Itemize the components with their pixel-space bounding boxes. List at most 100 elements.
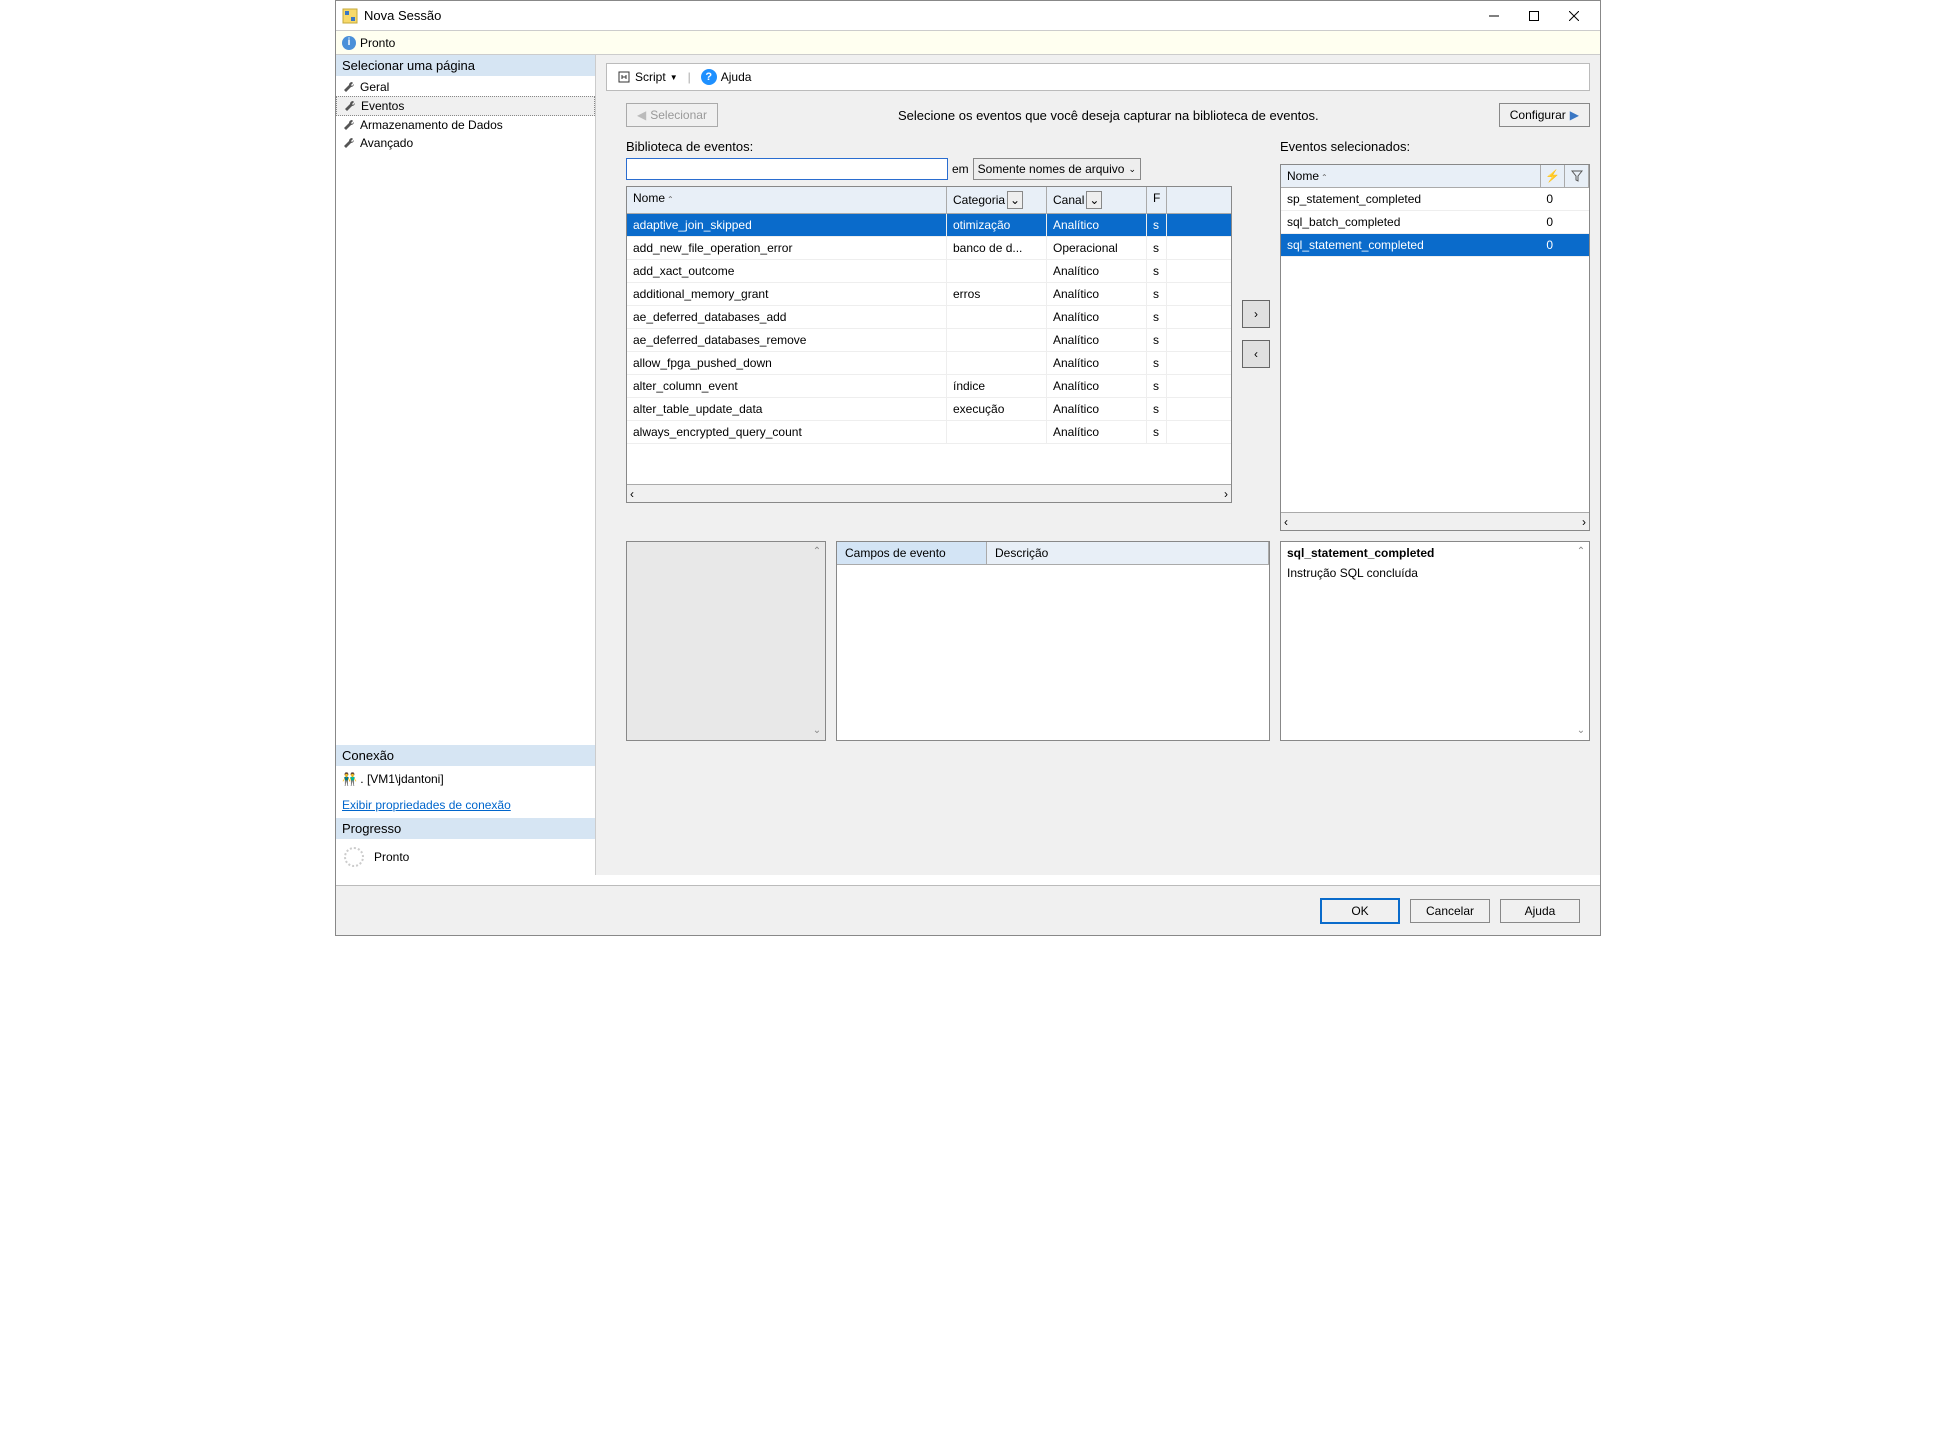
cancel-button[interactable]: Cancelar [1410,899,1490,923]
sidebar-item-label: Geral [360,80,389,94]
scroll-up-icon[interactable]: ⌃ [1575,546,1587,557]
sort-caret-icon: ⌃ [1321,173,1328,182]
filter-col-icon[interactable] [1565,165,1589,187]
sidebar-items: Geral Eventos Armazenamento de Dados Ava… [336,76,595,154]
library-row[interactable]: always_encrypted_query_countAnalíticos [627,421,1231,444]
library-grid-header: Nome⌃ Categoria⌄ Canal⌄ F [627,187,1231,214]
scroll-down-icon[interactable]: ⌄ [811,725,823,736]
library-row[interactable]: allow_fpga_pushed_downAnalíticos [627,352,1231,375]
status-bar: i Pronto [336,31,1600,55]
sidebar-item-advanced[interactable]: Avançado [336,134,595,152]
library-label: Biblioteca de eventos: [626,139,1232,154]
selected-grid-body[interactable]: sp_statement_completed0sql_batch_complet… [1281,188,1589,512]
maximize-button[interactable] [1514,2,1554,30]
library-hscroll[interactable]: ‹› [627,484,1231,502]
sort-caret-icon: ⌃ [667,195,674,204]
content-toolbar: Script ▼ | ? Ajuda [606,63,1590,91]
status-text: Pronto [360,36,395,50]
detail-description: Instrução SQL concluída [1287,566,1583,580]
library-grid: Nome⌃ Categoria⌄ Canal⌄ F adaptive_join_… [626,186,1232,503]
chevron-right-icon: ▶ [1570,108,1579,122]
desc-mid-panel: Campos de evento Descrição [836,541,1270,741]
scroll-down-icon[interactable]: ⌄ [1575,725,1587,736]
selected-row[interactable]: sql_statement_completed0 [1281,234,1589,257]
col-last-header[interactable]: F [1147,187,1167,213]
selected-col-name[interactable]: Nome⌃ [1281,165,1541,187]
wrench-icon [342,136,356,150]
desc-left-panel: ⌃ ⌄ [626,541,826,741]
library-row[interactable]: add_new_file_operation_errorbanco de d..… [627,237,1231,260]
col-channel-header[interactable]: Canal⌄ [1047,187,1147,213]
scroll-up-icon[interactable]: ⌃ [811,546,823,557]
description-col[interactable]: Descrição [987,542,1269,564]
remove-event-button[interactable]: ‹ [1242,340,1270,368]
ok-button[interactable]: OK [1320,898,1400,924]
content: Script ▼ | ? Ajuda ◀ Selecionar Selecion… [596,55,1600,875]
wrench-icon [343,99,357,113]
library-search-input[interactable] [626,158,948,180]
connection-info: 👬 . [VM1\jdantoni] [336,766,595,792]
selected-row[interactable]: sp_statement_completed0 [1281,188,1589,211]
selected-hscroll[interactable]: ‹› [1281,512,1589,530]
sidebar-header: Selecionar uma página [336,55,595,76]
help-icon: ? [701,69,717,85]
chevron-right-icon: › [1254,307,1258,321]
script-button[interactable]: Script ▼ [611,68,684,86]
chevron-left-icon: ‹ [1254,347,1258,361]
chevron-left-icon: ◀ [637,108,646,122]
detail-title: sql_statement_completed [1287,546,1583,560]
selected-row[interactable]: sql_batch_completed0 [1281,211,1589,234]
connection-properties-link[interactable]: Exibir propriedades de conexão [336,798,595,812]
filter-drop-icon[interactable]: ⌄ [1086,191,1102,209]
library-row[interactable]: additional_memory_granterrosAnalíticos [627,283,1231,306]
script-label: Script [635,70,666,84]
library-row[interactable]: alter_table_update_dataexecuçãoAnalítico… [627,398,1231,421]
sidebar-item-general[interactable]: Geral [336,78,595,96]
titlebar: Nova Sessão [336,1,1600,31]
select-mode-button[interactable]: ◀ Selecionar [626,103,718,127]
script-icon [617,70,631,84]
sidebar-item-label: Armazenamento de Dados [360,118,503,132]
library-row[interactable]: alter_column_eventíndiceAnalíticos [627,375,1231,398]
configure-label: Configurar [1510,108,1566,122]
sidebar-item-storage[interactable]: Armazenamento de Dados [336,116,595,134]
library-row[interactable]: adaptive_join_skippedotimizaçãoAnalítico… [627,214,1231,237]
add-event-button[interactable]: › [1242,300,1270,328]
lightning-col-icon[interactable]: ⚡ [1541,165,1565,187]
progress-area: Pronto [336,839,595,875]
chevron-down-icon: ⌄ [1128,164,1136,175]
library-row[interactable]: add_xact_outcomeAnalíticos [627,260,1231,283]
help-button[interactable]: ? Ajuda [695,67,758,87]
selected-grid-header: Nome⌃ ⚡ [1281,165,1589,188]
close-button[interactable] [1554,2,1594,30]
app-icon [342,8,358,24]
event-fields-col[interactable]: Campos de evento [837,542,987,564]
sidebar-item-label: Eventos [361,99,404,113]
hint-text: Selecione os eventos que você deseja cap… [726,108,1491,123]
connection-header: Conexão [336,745,595,766]
desc-right-panel: sql_statement_completed Instrução SQL co… [1280,541,1590,741]
server-icon: 👬 [342,772,357,786]
spinner-icon [344,847,364,867]
filter-drop-icon[interactable]: ⌄ [1007,191,1023,209]
info-icon: i [342,36,356,50]
sidebar-item-label: Avançado [360,136,413,150]
minimize-button[interactable] [1474,2,1514,30]
select-label: Selecionar [650,108,707,122]
library-row[interactable]: ae_deferred_databases_removeAnalíticos [627,329,1231,352]
in-label: em [952,162,969,176]
sidebar-item-events[interactable]: Eventos [336,96,595,116]
window-title: Nova Sessão [364,8,1474,23]
sidebar: Selecionar uma página Geral Eventos Arma… [336,55,596,875]
library-grid-body[interactable]: adaptive_join_skippedotimizaçãoAnalítico… [627,214,1231,484]
wrench-icon [342,80,356,94]
wrench-icon [342,118,356,132]
connection-text: . [VM1\jdantoni] [360,772,443,786]
col-name-header[interactable]: Nome⌃ [627,187,947,213]
col-category-header[interactable]: Categoria⌄ [947,187,1047,213]
library-row[interactable]: ae_deferred_databases_addAnalíticos [627,306,1231,329]
configure-button[interactable]: Configurar ▶ [1499,103,1590,127]
selected-label: Eventos selecionados: [1280,139,1590,154]
help-button[interactable]: Ajuda [1500,899,1580,923]
filter-mode-dropdown[interactable]: Somente nomes de arquivo ⌄ [973,158,1141,180]
